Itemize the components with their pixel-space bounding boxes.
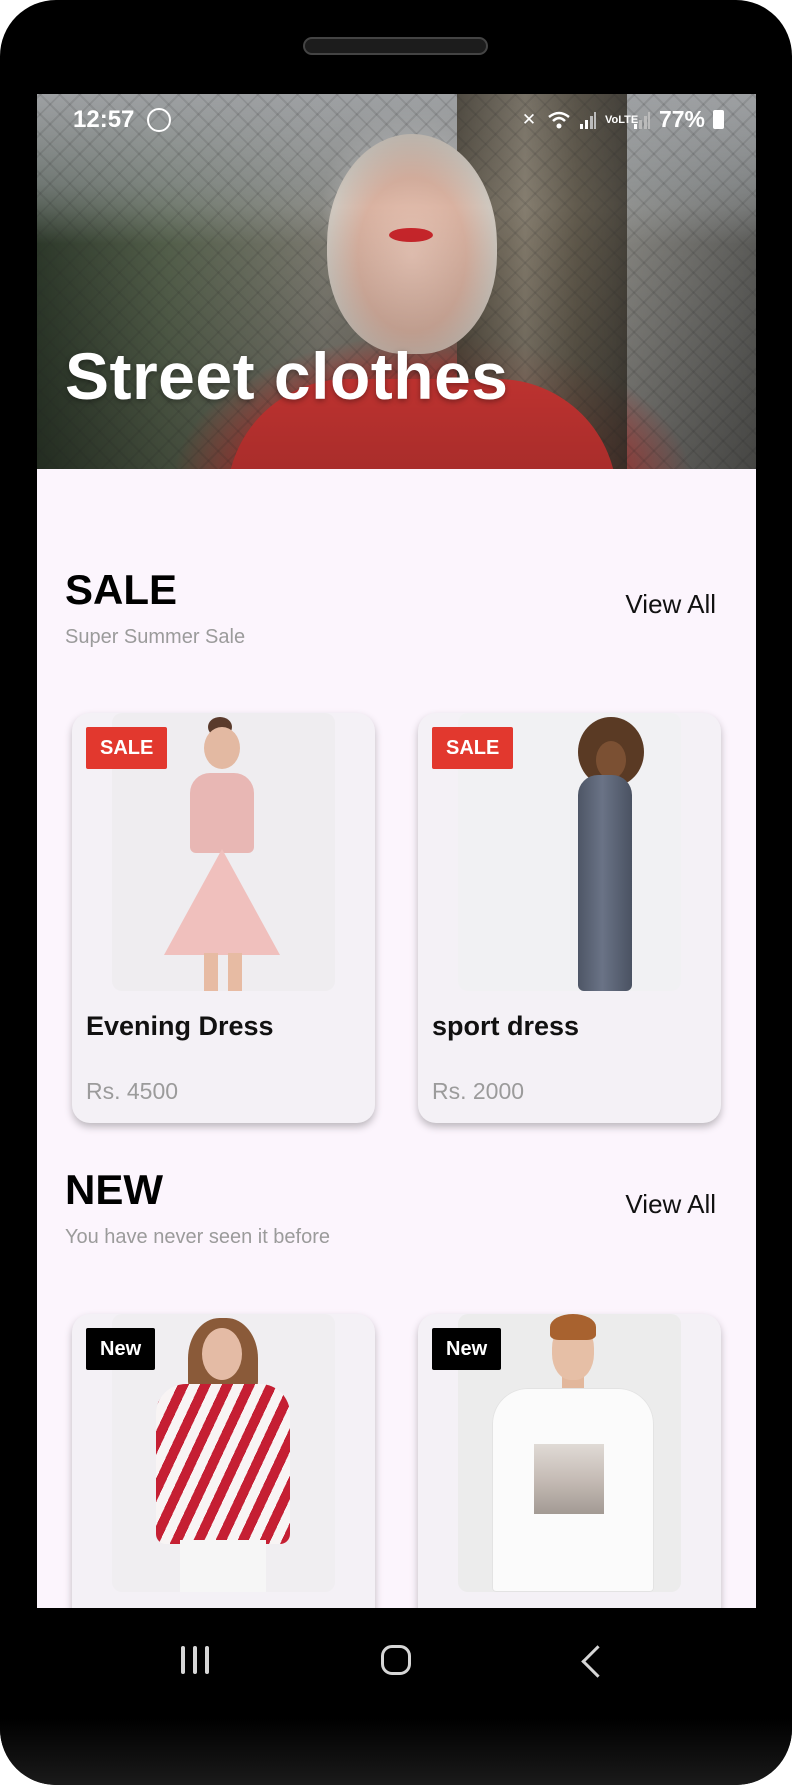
whatsapp-icon [147, 108, 171, 132]
earpiece-speaker [303, 37, 488, 55]
new-view-all-button[interactable]: View All [625, 1189, 716, 1220]
battery-percent: 77% [658, 106, 705, 132]
new-badge: New [86, 1328, 156, 1370]
product-name: Evening Dress [86, 1011, 274, 1041]
signal-icon [633, 111, 650, 129]
mute-icon: ✕ [521, 109, 537, 129]
sale-badge: SALE [86, 727, 168, 769]
hero-banner[interactable]: Street clothes [37, 94, 756, 469]
product-name: sport dress [432, 1011, 580, 1041]
hero-title: Street clothes [65, 339, 509, 413]
signal-icon [579, 111, 596, 129]
sale-section-subtitle: Super Summer Sale [65, 626, 246, 648]
product-card[interactable]: SALE sport dress Rs. 2000 [418, 713, 721, 1123]
phone-chin [0, 1718, 792, 1785]
sale-view-all-button[interactable]: View All [625, 589, 716, 620]
new-section-subtitle: You have never seen it before [65, 1226, 331, 1248]
back-icon[interactable] [581, 1645, 614, 1678]
phone-frame: Street clothes 12:57 ✕ VoLTE 77% SALE Su… [0, 0, 792, 1785]
volte-icon: VoLTE [604, 113, 639, 126]
product-card[interactable]: SALE Evening Dress Rs. 4500 [72, 713, 375, 1123]
system-nav-bar [0, 1608, 792, 1718]
product-card[interactable]: New [72, 1314, 375, 1608]
status-bar: 12:57 ✕ VoLTE 77% [37, 94, 756, 144]
recent-apps-icon[interactable] [181, 1646, 209, 1674]
app-screen: Street clothes 12:57 ✕ VoLTE 77% SALE Su… [37, 94, 756, 1608]
new-badge: New [432, 1328, 502, 1370]
status-time: 12:57 [73, 106, 135, 133]
status-icons: ✕ VoLTE 77% [519, 106, 724, 133]
sale-badge: SALE [432, 727, 514, 769]
product-card[interactable]: New [418, 1314, 721, 1608]
new-section-title: NEW [65, 1166, 163, 1213]
wifi-icon [548, 111, 570, 128]
sale-section-title: SALE [65, 566, 178, 613]
home-icon[interactable] [381, 1645, 411, 1675]
product-price: Rs. 2000 [432, 1078, 525, 1104]
battery-charging-icon [713, 110, 724, 129]
product-price: Rs. 4500 [86, 1078, 179, 1104]
